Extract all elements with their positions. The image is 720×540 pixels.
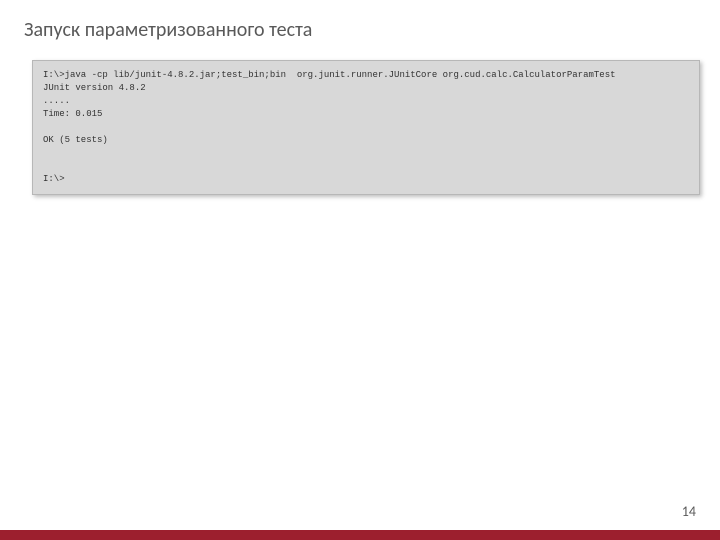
- accent-bar: [0, 530, 720, 540]
- terminal-output: I:\>java -cp lib/junit-4.8.2.jar;test_bi…: [43, 69, 689, 186]
- terminal-window: I:\>java -cp lib/junit-4.8.2.jar;test_bi…: [32, 60, 700, 195]
- slide: Запуск параметризованного теста I:\>java…: [0, 0, 720, 540]
- slide-title: Запуск параметризованного теста: [24, 18, 312, 42]
- page-number: 14: [682, 503, 696, 520]
